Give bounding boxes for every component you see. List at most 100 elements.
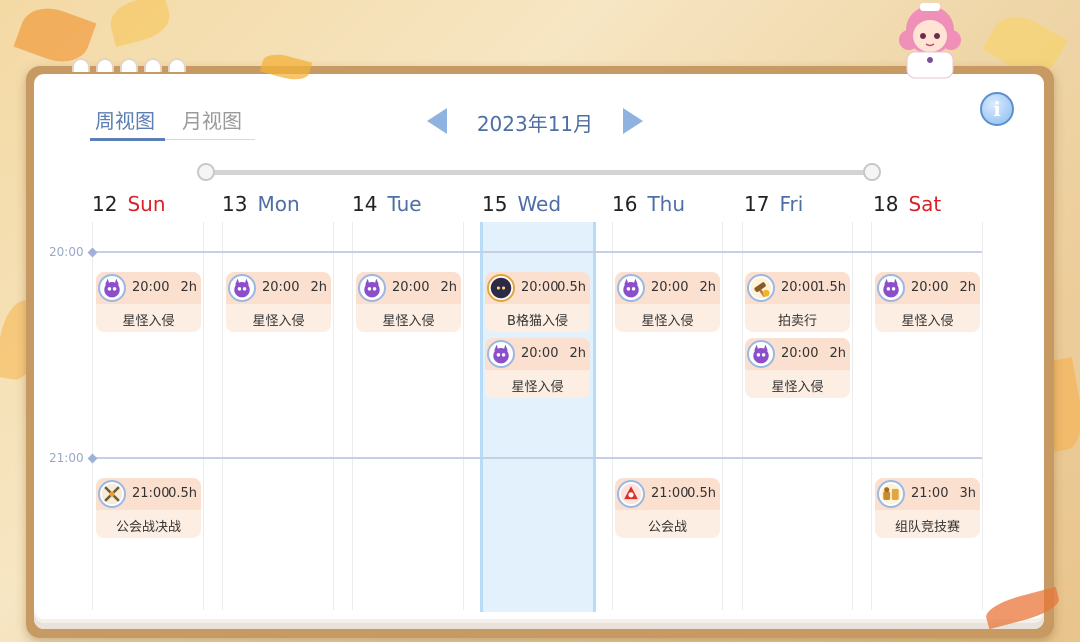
day-number: 18 xyxy=(873,192,899,216)
event-card[interactable]: 21:00 3h 组队竞技赛 xyxy=(875,478,980,538)
event-card[interactable]: 20:00 2h 星怪入侵 xyxy=(356,272,461,332)
event-card[interactable]: 20:00 2h 星怪入侵 xyxy=(875,272,980,332)
event-card[interactable]: 20:00 1.5h 拍卖行 xyxy=(745,272,850,332)
binder-ring xyxy=(72,58,90,72)
day-header-tue: 14 Tue xyxy=(352,192,422,216)
column-divider xyxy=(222,222,223,610)
event-name: 星怪入侵 xyxy=(511,380,564,395)
event-name: 组队竞技赛 xyxy=(894,520,960,535)
purple-monster-icon xyxy=(877,274,905,302)
info-icon[interactable]: i xyxy=(980,92,1014,126)
event-name: 公会战 xyxy=(647,520,687,535)
day-name: Wed xyxy=(517,192,562,216)
event-time: 20:00 xyxy=(781,280,819,295)
event-duration: 1.5h xyxy=(817,280,846,295)
event-card[interactable]: 20:00 2h 星怪入侵 xyxy=(745,338,850,398)
event-time: 21:00 xyxy=(132,486,170,501)
event-duration: 2h xyxy=(959,280,976,295)
guild-battle-icon xyxy=(617,480,645,508)
purple-monster-icon xyxy=(358,274,386,302)
tab-month-view[interactable]: 月视图 xyxy=(182,105,242,134)
event-duration: 2h xyxy=(569,346,586,361)
day-header-sun: 12 Sun xyxy=(92,192,166,216)
tab-week-view[interactable]: 周视图 xyxy=(95,105,155,134)
purple-monster-icon xyxy=(487,340,515,368)
purple-monster-icon xyxy=(228,274,256,302)
event-card[interactable]: 20:00 0.5h B格猫入侵 xyxy=(485,272,590,332)
day-name: Fri xyxy=(779,192,804,216)
event-time: 20:00 xyxy=(521,346,559,361)
day-number: 17 xyxy=(744,192,770,216)
event-time: 20:00 xyxy=(651,280,689,295)
day-header-fri: 17 Fri xyxy=(744,192,803,216)
event-card[interactable]: 21:00 0.5h 公会战 xyxy=(615,478,720,538)
event-time: 21:00 xyxy=(911,486,949,501)
event-name: 星怪入侵 xyxy=(641,314,694,329)
day-number: 15 xyxy=(482,192,508,216)
month-title: 2023年11月 xyxy=(476,112,594,136)
autumn-leaf-decoration xyxy=(105,0,175,48)
tab-divider xyxy=(165,139,255,140)
event-card[interactable]: 20:00 2h 星怪入侵 xyxy=(485,338,590,398)
event-time: 20:00 xyxy=(392,280,430,295)
next-month-arrow-icon[interactable] xyxy=(623,108,643,134)
column-divider xyxy=(612,222,613,610)
day-header-mon: 13 Mon xyxy=(222,192,300,216)
event-duration: 2h xyxy=(180,280,197,295)
event-time: 20:00 xyxy=(521,280,559,295)
day-number: 12 xyxy=(92,192,118,216)
team-arena-icon xyxy=(877,480,905,508)
purple-monster-icon xyxy=(98,274,126,302)
column-divider xyxy=(352,222,353,610)
previous-month-arrow-icon[interactable] xyxy=(427,108,447,134)
column-divider xyxy=(871,222,872,610)
day-name: Sun xyxy=(127,192,166,216)
day-name: Thu xyxy=(647,192,686,216)
day-name: Tue xyxy=(387,192,422,216)
column-divider xyxy=(982,222,983,610)
event-time: 20:00 xyxy=(262,280,300,295)
binder-ring xyxy=(144,58,162,72)
event-name: B格猫入侵 xyxy=(507,314,568,329)
active-tab-indicator xyxy=(90,138,165,141)
slider-end-handle[interactable] xyxy=(863,163,881,181)
event-duration: 2h xyxy=(699,280,716,295)
event-name: 拍卖行 xyxy=(777,314,817,329)
day-header-thu: 16 Thu xyxy=(612,192,685,216)
event-card[interactable]: 21:00 0.5h 公会战决战 xyxy=(96,478,201,538)
time-range-slider-track[interactable] xyxy=(205,170,873,175)
day-name: Sat xyxy=(908,192,942,216)
event-time: 20:00 xyxy=(132,280,170,295)
event-card[interactable]: 20:00 2h 星怪入侵 xyxy=(615,272,720,332)
time-label-21: 21:00 xyxy=(49,451,84,465)
column-divider xyxy=(203,222,204,610)
binder-ring xyxy=(168,58,186,72)
event-name: 公会战决战 xyxy=(115,520,181,535)
day-header-sat: 18 Sat xyxy=(873,192,941,216)
mascot-girl-icon xyxy=(899,3,961,79)
crossed-swords-icon xyxy=(98,480,126,508)
binder-ring xyxy=(120,58,138,72)
event-card[interactable]: 20:00 2h 星怪入侵 xyxy=(226,272,331,332)
day-name: Mon xyxy=(257,192,300,216)
event-name: 星怪入侵 xyxy=(252,314,305,329)
event-duration: 2h xyxy=(310,280,327,295)
column-divider xyxy=(92,222,93,610)
column-divider xyxy=(333,222,334,610)
event-time: 20:00 xyxy=(911,280,949,295)
event-name: 星怪入侵 xyxy=(771,380,824,395)
event-time: 21:00 xyxy=(651,486,689,501)
column-divider xyxy=(722,222,723,610)
event-name: 星怪入侵 xyxy=(382,314,435,329)
slider-start-handle[interactable] xyxy=(197,163,215,181)
event-time: 20:00 xyxy=(781,346,819,361)
time-label-20: 20:00 xyxy=(49,245,84,259)
day-header-wed: 15 Wed xyxy=(482,192,561,216)
column-divider xyxy=(463,222,464,610)
day-number: 14 xyxy=(352,192,378,216)
day-number: 13 xyxy=(222,192,248,216)
event-duration: 2h xyxy=(440,280,457,295)
auction-icon xyxy=(747,274,775,302)
event-card[interactable]: 20:00 2h 星怪入侵 xyxy=(96,272,201,332)
column-divider xyxy=(852,222,853,610)
